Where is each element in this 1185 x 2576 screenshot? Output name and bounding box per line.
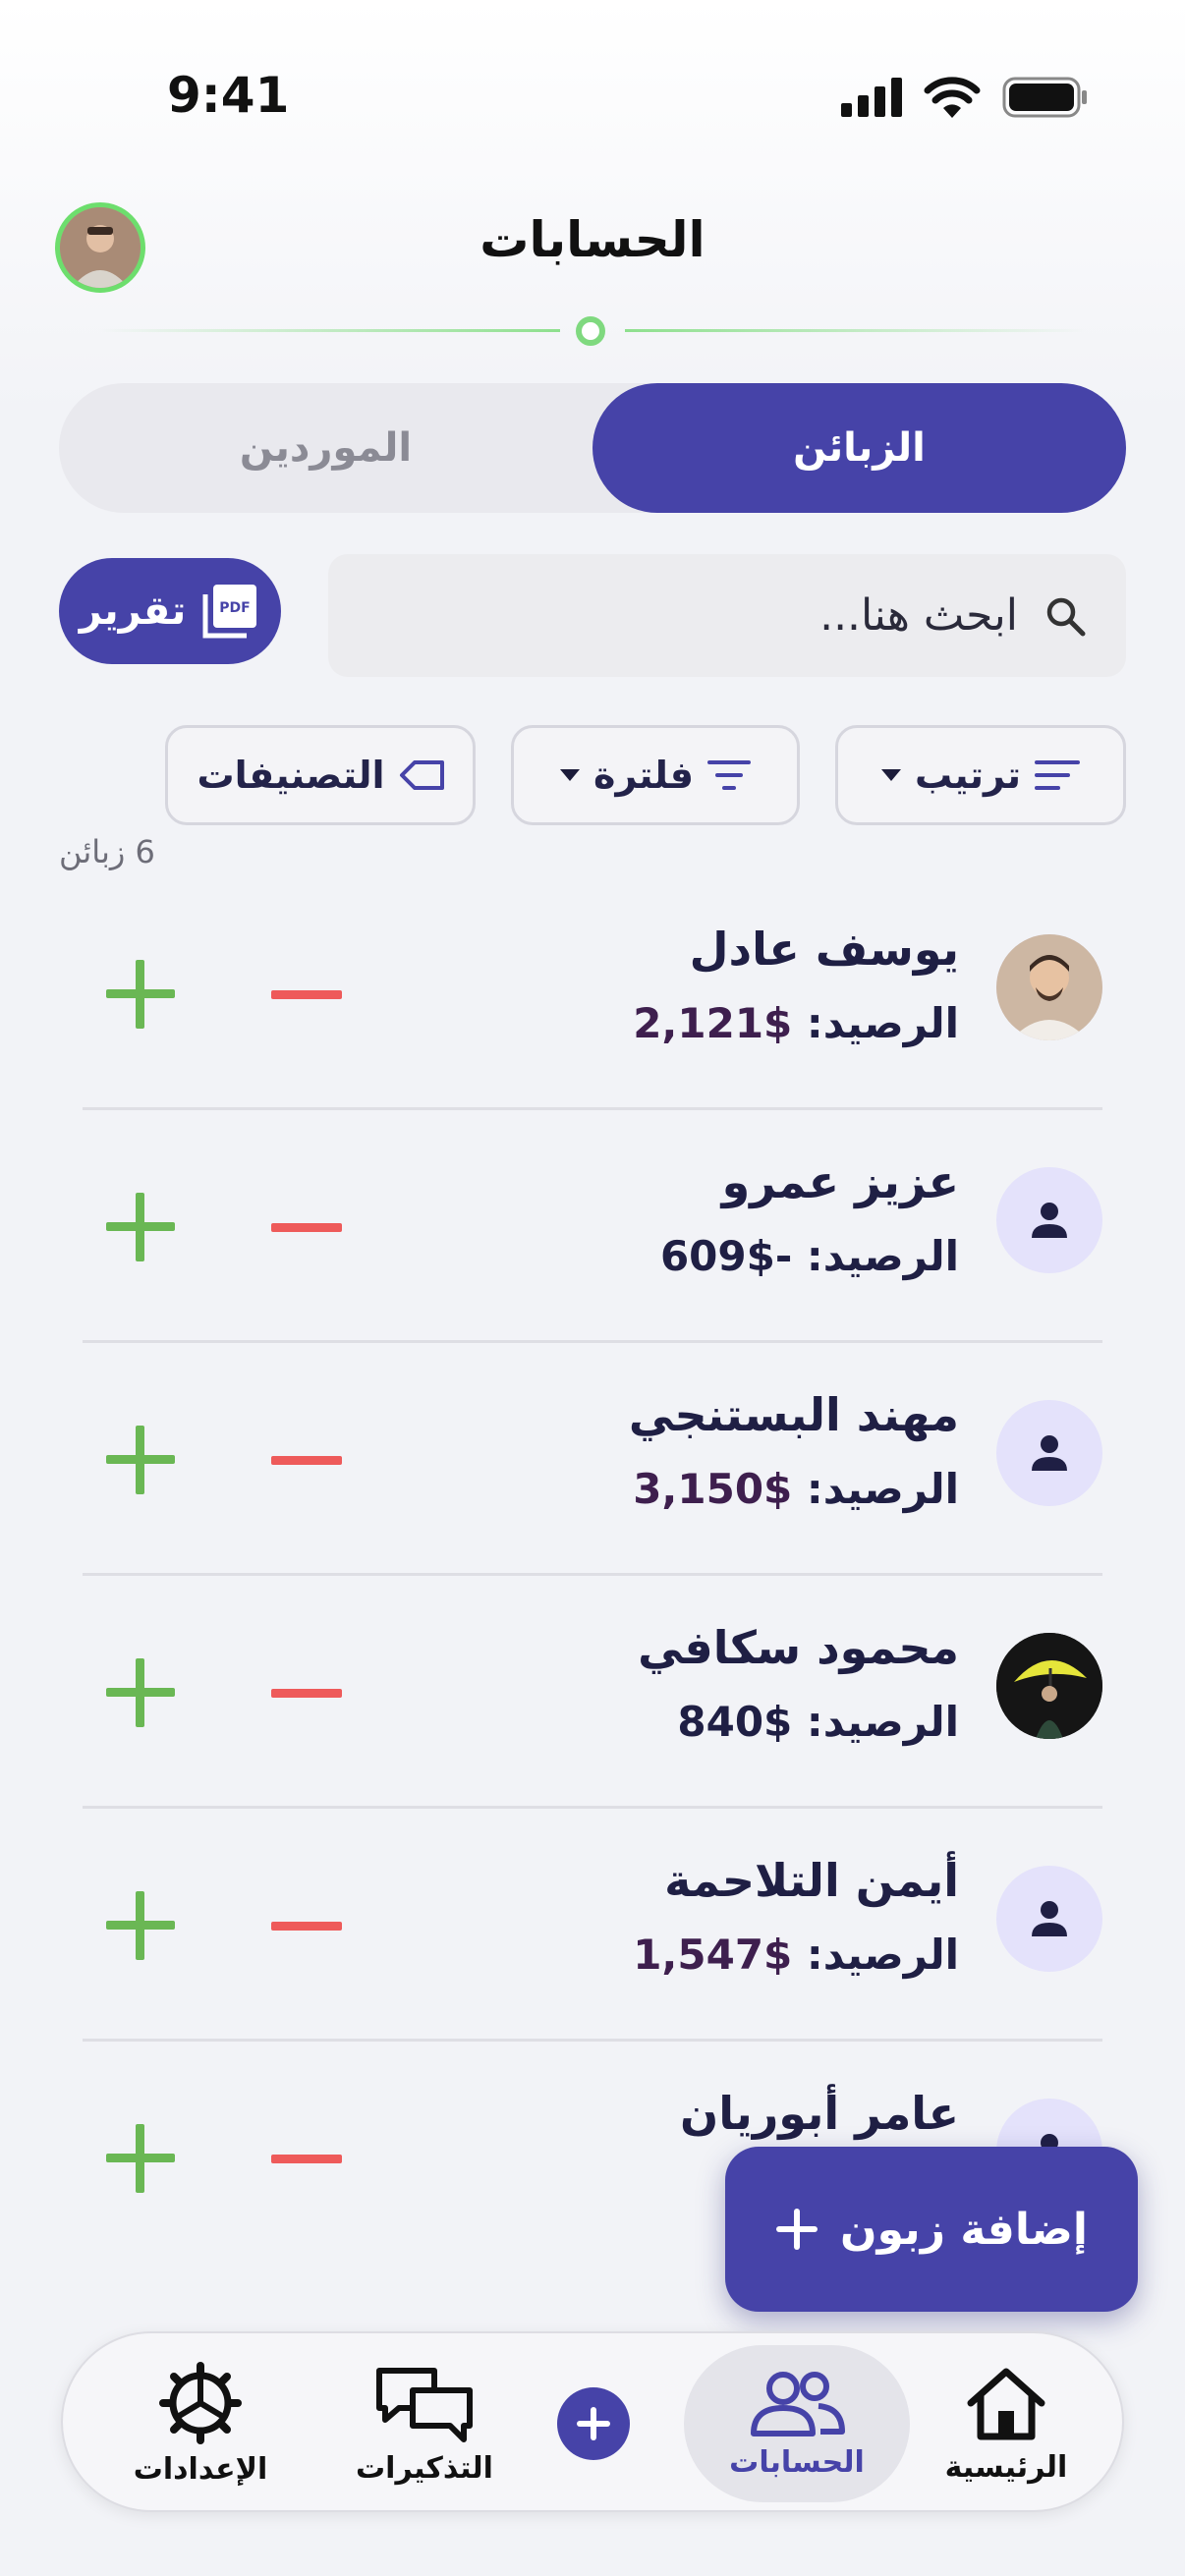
- add-customer-label: إضافة زبون: [840, 2204, 1088, 2255]
- list-item[interactable]: عزيز عمرو الرصيد: -$609: [83, 1110, 1102, 1343]
- title-divider-right: [625, 329, 1087, 332]
- tab-home-label: الرئيسية: [944, 2449, 1068, 2485]
- account-balance: الرصيد: -$609: [659, 1232, 959, 1280]
- chevron-down-icon: [560, 769, 581, 781]
- add-button[interactable]: [106, 1193, 175, 1261]
- balance-amount: $1,547: [633, 1931, 793, 1979]
- add-button[interactable]: [106, 960, 175, 1029]
- list-item[interactable]: محمود سكافي الرصيد: $840: [83, 1576, 1102, 1809]
- sort-chip[interactable]: ترتيب: [835, 725, 1126, 825]
- status-icons: [841, 77, 1089, 118]
- categories-chip[interactable]: التصنيفات: [165, 725, 476, 825]
- list-item[interactable]: مهند البستنجي الرصيد: $3,150: [83, 1343, 1102, 1576]
- account-name: أيمن التلاحمة: [664, 1854, 959, 1907]
- customers-count: 6 زبائن: [59, 833, 155, 870]
- account-name: يوسف عادل: [689, 923, 959, 976]
- avatar: [996, 1633, 1102, 1739]
- status-time: 9:41: [167, 67, 290, 124]
- subtract-button[interactable]: [271, 1922, 342, 1931]
- add-button[interactable]: [106, 1426, 175, 1494]
- person-icon: [1032, 1901, 1067, 1936]
- tab-accounts[interactable]: الحسابات: [684, 2345, 910, 2502]
- photo-umbrella-icon: [996, 1633, 1102, 1739]
- avatar: [996, 1167, 1102, 1273]
- subtract-button[interactable]: [271, 1689, 342, 1698]
- account-name: محمود سكافي: [638, 1621, 959, 1674]
- bottom-tab-bar: الرئيسية الحسابات التذكيرات الإعدادات: [61, 2331, 1124, 2512]
- tab-settings-label: الإعدادات: [133, 2451, 268, 2487]
- report-label: تقرير: [79, 588, 187, 634]
- list-item[interactable]: أيمن التلاحمة الرصيد: $1,547: [83, 1809, 1102, 2042]
- account-balance: الرصيد: $840: [677, 1698, 959, 1746]
- account-balance: الرصيد: $1,547: [633, 1931, 959, 1979]
- tab-reminders-label: التذكيرات: [356, 2450, 493, 2486]
- avatar: [996, 1866, 1102, 1972]
- add-customer-button[interactable]: إضافة زبون: [725, 2147, 1138, 2312]
- tab-settings[interactable]: الإعدادات: [112, 2345, 289, 2502]
- tab-add[interactable]: [535, 2345, 652, 2502]
- person-icon: [1032, 1435, 1067, 1471]
- users-icon: [751, 2371, 845, 2436]
- add-button[interactable]: [106, 2124, 175, 2193]
- tab-suppliers[interactable]: الموردين: [59, 383, 592, 513]
- search-input[interactable]: ابحث هنا...: [328, 554, 1126, 677]
- categories-label: التصنيفات: [197, 754, 385, 797]
- title-divider-left: [98, 329, 560, 332]
- signal-icon: [841, 78, 902, 117]
- page-title: الحسابات: [480, 211, 705, 268]
- subtract-button[interactable]: [271, 1223, 342, 1232]
- person-icon: [1032, 1203, 1067, 1238]
- search-placeholder: ابحث هنا...: [819, 590, 1018, 641]
- balance-amount: $3,150: [633, 1465, 793, 1513]
- segmented-control: الموردين الزبائن: [59, 383, 1126, 513]
- add-button[interactable]: [106, 1658, 175, 1727]
- wifi-icon: [924, 77, 981, 118]
- list-item[interactable]: يوسف عادل الرصيد: $2,121: [83, 877, 1102, 1110]
- chat-bubbles-icon: [376, 2367, 473, 2442]
- sort-label: ترتيب: [915, 754, 1021, 797]
- account-balance: الرصيد: $2,121: [633, 999, 959, 1047]
- balance-amount: $2,121: [633, 999, 793, 1047]
- photo-man-icon: [996, 934, 1102, 1040]
- tab-home[interactable]: الرئيسية: [918, 2345, 1095, 2502]
- avatar: [996, 934, 1102, 1040]
- subtract-button[interactable]: [271, 2155, 342, 2163]
- subtract-button[interactable]: [271, 1456, 342, 1465]
- search-icon: [1046, 597, 1086, 636]
- tab-customers[interactable]: الزبائن: [592, 383, 1126, 513]
- add-button[interactable]: [106, 1891, 175, 1960]
- pdf-icon-text: PDF: [220, 600, 251, 616]
- accounts-screen: 9:41 الحسابات الموردين الزبائن ابحث هنا.…: [0, 0, 1185, 2576]
- tab-accounts-label: الحسابات: [729, 2444, 865, 2480]
- account-balance: الرصيد: $3,150: [633, 1465, 959, 1513]
- gear-icon: [159, 2361, 242, 2444]
- account-name: عزيز عمرو: [721, 1155, 959, 1208]
- add-icon: [557, 2387, 630, 2460]
- pdf-icon: PDF: [202, 585, 257, 639]
- balance-amount: $840: [677, 1698, 793, 1746]
- chevron-down-icon: [881, 769, 902, 781]
- filter-icon: [707, 760, 751, 790]
- report-pdf-button[interactable]: تقرير PDF: [59, 558, 281, 664]
- filter-label: فلترة: [593, 754, 694, 797]
- balance-amount: -$609: [659, 1232, 793, 1280]
- subtract-button[interactable]: [271, 990, 342, 999]
- sort-icon: [1034, 760, 1080, 790]
- tag-icon: [399, 760, 444, 790]
- avatar: [996, 1400, 1102, 1506]
- title-indicator-dot: [576, 316, 605, 346]
- account-name: عامر أبوريان: [680, 2087, 959, 2140]
- tab-reminders[interactable]: التذكيرات: [326, 2345, 523, 2502]
- battery-icon: [1002, 77, 1087, 118]
- home-icon: [967, 2368, 1045, 2439]
- filter-chip[interactable]: فلترة: [511, 725, 800, 825]
- plus-icon: [776, 2209, 818, 2250]
- account-name: مهند البستنجي: [628, 1388, 959, 1441]
